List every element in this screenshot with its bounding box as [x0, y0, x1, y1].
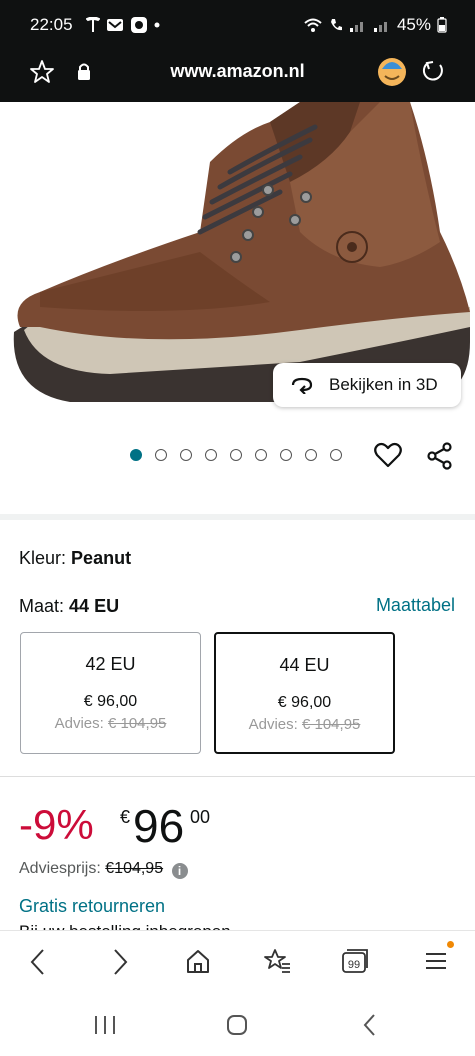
bookmarks-icon[interactable]	[262, 947, 292, 975]
menu-icon[interactable]	[424, 947, 448, 975]
carousel-dot[interactable]	[130, 449, 142, 461]
notification-icons	[86, 16, 160, 34]
svg-text:99: 99	[348, 959, 360, 971]
list-price-label: Adviesprijs:	[19, 860, 101, 877]
advice-label: Advies:	[54, 715, 104, 732]
notification-dot	[447, 941, 454, 948]
avatar-icon[interactable]	[376, 55, 408, 87]
size-option-42[interactable]: 42 EU € 96,00 Advies: € 104,95	[20, 632, 201, 754]
carousel-dot[interactable]	[280, 449, 292, 461]
carousel-dot[interactable]	[155, 449, 167, 461]
info-icon[interactable]: i	[171, 863, 188, 879]
size-option-size: 44 EU	[279, 655, 330, 675]
carousel-dot[interactable]	[255, 449, 267, 461]
price-fraction: 00	[190, 807, 211, 827]
size-label: Maat:	[19, 596, 65, 616]
size-option-price: € 96,00	[83, 693, 138, 710]
battery-icon	[437, 17, 447, 33]
status-bar: 22:05 45%	[0, 0, 475, 50]
browser-header: 22:05 45% www.amazon.nl	[0, 0, 475, 102]
size-option-44[interactable]: 44 EU € 96,00 Advies: € 104,95	[214, 632, 395, 754]
rotate-3d-icon	[291, 377, 313, 394]
carousel-dot[interactable]	[230, 449, 242, 461]
partially-visible-text: Bij uw bestelling inbegrepen	[19, 922, 231, 930]
browser-bottom-nav: 99	[0, 930, 475, 994]
battery-percentage: 45%	[396, 15, 431, 34]
url-bar: www.amazon.nl	[0, 50, 475, 102]
wifi-icon	[304, 18, 322, 32]
forward-icon[interactable]	[110, 947, 130, 977]
size-selection: Maat: 44 EU	[19, 596, 119, 617]
system-back-icon[interactable]	[362, 1013, 378, 1037]
mail-icon	[107, 19, 123, 31]
view-3d-button[interactable]: Bekijken in 3D	[273, 363, 461, 407]
color-value: Peanut	[71, 548, 132, 568]
size-option-advice: Advies: € 104,95	[216, 716, 393, 733]
advice-label: Advies:	[248, 716, 298, 733]
heart-icon[interactable]	[374, 442, 402, 468]
call-icon	[330, 19, 342, 31]
carousel-dot[interactable]	[305, 449, 317, 461]
home-icon[interactable]	[184, 947, 212, 975]
advice-price: € 104,95	[301, 716, 361, 733]
system-icons: 45%	[303, 15, 447, 35]
system-nav-bar	[0, 994, 475, 1056]
image-carousel-controls	[0, 416, 475, 520]
list-price-value: €104,95	[105, 860, 164, 877]
status-time: 22:05	[30, 15, 73, 34]
size-option-price: € 96,00	[277, 694, 332, 711]
size-option-advice: Advies: € 104,95	[21, 715, 200, 732]
carousel-dots	[130, 449, 342, 461]
color-label: Kleur:	[19, 548, 67, 568]
reload-icon[interactable]	[420, 58, 446, 84]
tabs-icon[interactable]: 99	[340, 947, 370, 975]
tesla-icon	[86, 17, 100, 32]
carousel-dot[interactable]	[330, 449, 342, 461]
signal-2-icon	[373, 22, 387, 32]
share-icon[interactable]	[427, 442, 453, 470]
price-whole: 96	[133, 800, 185, 852]
price-currency: €	[120, 807, 131, 827]
home-button-icon[interactable]	[226, 1014, 248, 1036]
list-price: Adviesprijs: €104,95 i	[19, 860, 188, 879]
discount-percentage: -9%	[19, 801, 94, 848]
color-selection: Kleur: Peanut	[19, 548, 131, 569]
app-icon	[131, 17, 147, 33]
dot-icon	[154, 22, 160, 28]
recent-apps-icon[interactable]	[92, 1014, 118, 1036]
free-returns-link[interactable]: Gratis retourneren	[19, 896, 165, 917]
carousel-dot[interactable]	[180, 449, 192, 461]
size-chart-link[interactable]: Maattabel	[376, 595, 455, 616]
carousel-dot[interactable]	[205, 449, 217, 461]
signal-icon	[349, 22, 363, 32]
view-3d-label: Bekijken in 3D	[329, 375, 438, 394]
advice-price: € 104,95	[107, 715, 167, 732]
back-icon[interactable]	[28, 947, 48, 977]
size-option-size: 42 EU	[85, 654, 136, 674]
section-divider	[0, 776, 475, 777]
size-value: 44 EU	[69, 596, 120, 616]
